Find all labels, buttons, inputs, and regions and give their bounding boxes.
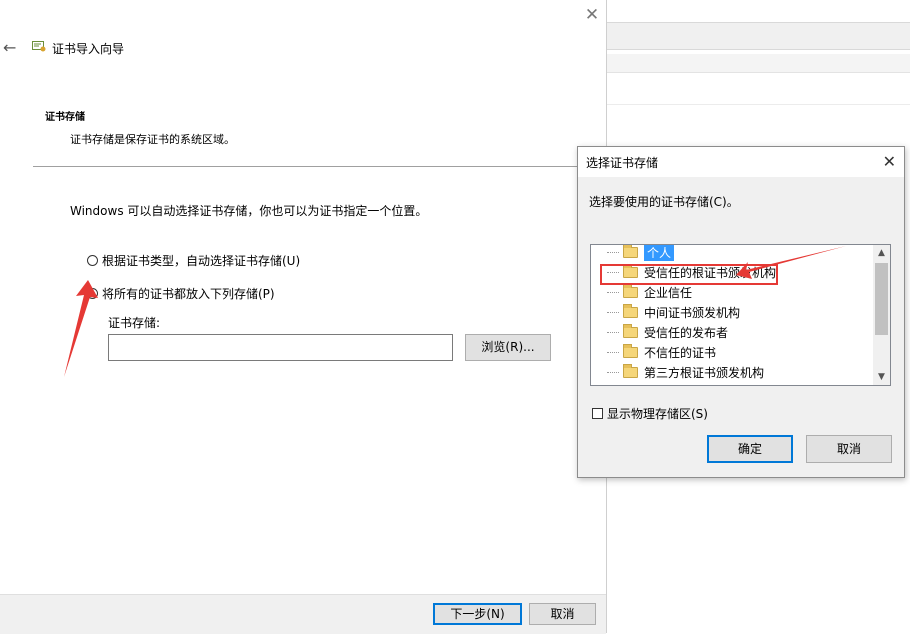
tree-item[interactable]: 不信任的证书 (591, 343, 716, 362)
folder-icon (623, 304, 638, 318)
folder-icon (623, 364, 638, 378)
tree-item[interactable]: 企业信任 (591, 283, 692, 302)
radio-manual-store[interactable]: 将所有的证书都放入下列存储(P) (87, 285, 275, 302)
show-physical-label: 显示物理存储区(S) (607, 407, 708, 421)
background-header (606, 54, 910, 73)
dialog-cancel-button[interactable]: 取消 (806, 435, 892, 463)
background-toolbar (606, 22, 910, 50)
tree-item-label: 中间证书颁发机构 (644, 306, 741, 320)
tree-item[interactable]: 个人 (591, 245, 675, 262)
select-store-dialog: 选择证书存储 ✕ 选择要使用的证书存储(C)。 个人 受信任的根证书颁发机构 企… (577, 146, 905, 478)
folder-icon (623, 324, 638, 338)
store-input[interactable] (108, 334, 453, 361)
highlight-box (600, 264, 778, 285)
tree-item[interactable]: 第三方根证书颁发机构 (591, 363, 764, 382)
chevron-down-icon[interactable]: ▼ (873, 369, 890, 385)
radio-button-selected[interactable] (87, 288, 98, 299)
tree-item-label: 个人 (644, 245, 675, 261)
radio-auto-select[interactable]: 根据证书类型，自动选择证书存储(U) (87, 252, 300, 269)
intro-text: Windows 可以自动选择证书存储，你也可以为证书指定一个位置。 (70, 204, 428, 218)
certificate-import-wizard: ✕ ← 证书导入向导 证书存储 证书存储是保存证书的系统区域。 Windows … (0, 0, 607, 634)
tree-item[interactable]: 中间证书颁发机构 (591, 303, 740, 322)
folder-icon (623, 245, 638, 258)
tree-item[interactable]: 受信任的发布者 (591, 323, 728, 342)
folder-icon (623, 344, 638, 358)
tree-item-label: 企业信任 (644, 286, 693, 300)
close-icon[interactable]: ✕ (883, 152, 896, 171)
folder-icon (623, 284, 638, 298)
radio-manual-label: 将所有的证书都放入下列存储(P) (102, 287, 275, 301)
chevron-up-icon[interactable]: ▲ (873, 245, 890, 261)
wizard-title: 证书导入向导 (52, 42, 125, 56)
show-physical-checkbox[interactable]: 显示物理存储区(S) (592, 405, 708, 422)
background-divider (606, 104, 910, 105)
back-arrow-icon[interactable]: ← (3, 38, 16, 57)
store-label: 证书存储: (108, 316, 161, 330)
close-icon[interactable]: ✕ (581, 4, 603, 26)
ok-button[interactable]: 确定 (707, 435, 793, 463)
next-button[interactable]: 下一步(N) (433, 603, 522, 625)
checkbox[interactable] (592, 408, 603, 419)
radio-button[interactable] (87, 255, 98, 266)
section-description: 证书存储是保存证书的系统区域。 (70, 133, 235, 146)
dialog-prompt: 选择要使用的证书存储(C)。 (589, 195, 739, 209)
section-title: 证书存储 (45, 112, 85, 123)
tree-scrollbar[interactable]: ▲ ▼ (873, 245, 890, 385)
tree-item-label: 不信任的证书 (644, 346, 717, 360)
tree-item-label: 第三方根证书颁发机构 (644, 366, 765, 380)
dialog-titlebar: 选择证书存储 ✕ (578, 147, 904, 177)
header-separator (33, 166, 606, 167)
tree-item-label: 受信任的发布者 (644, 326, 729, 340)
scroll-thumb[interactable] (875, 263, 888, 335)
dialog-title: 选择证书存储 (586, 156, 659, 170)
certificate-icon (32, 41, 46, 52)
radio-auto-label: 根据证书类型，自动选择证书存储(U) (102, 254, 301, 268)
browse-button[interactable]: 浏览(R)... (465, 334, 551, 361)
wizard-cancel-button[interactable]: 取消 (529, 603, 596, 625)
